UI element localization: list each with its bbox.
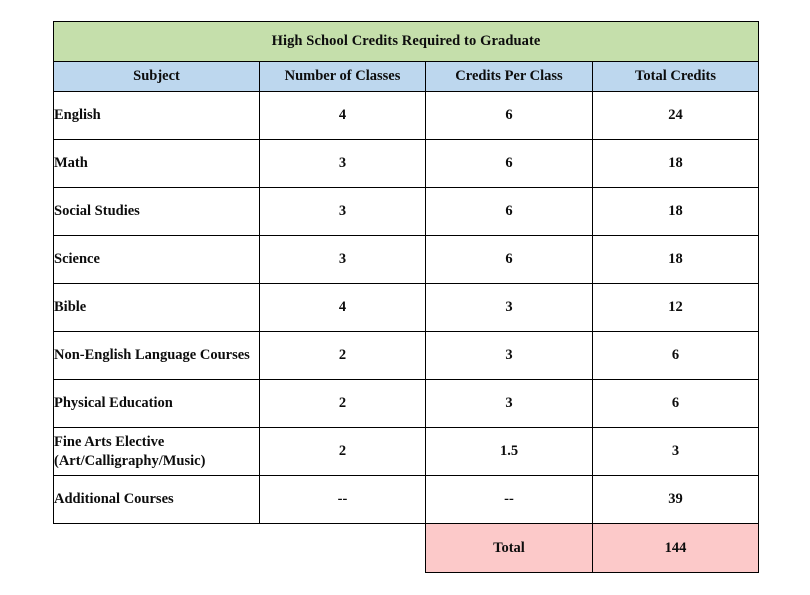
cell-total-credits: 6 (591, 379, 760, 428)
table-total-row: Total 144 (53, 523, 760, 573)
cell-number-of-classes: 4 (259, 91, 426, 140)
cell-total-credits: 18 (591, 139, 760, 188)
cell-number-of-classes: 3 (259, 235, 426, 284)
table-row: Bible 4 3 12 (53, 283, 760, 332)
cell-number-of-classes: 3 (259, 187, 426, 236)
cell-credits-per-class: -- (425, 475, 593, 524)
table-row: Non-English Language Courses 2 3 6 (53, 331, 760, 380)
column-header-subject: Subject (53, 61, 260, 92)
cell-credits-per-class: 6 (425, 91, 593, 140)
table-row: Social Studies 3 6 18 (53, 187, 760, 236)
cell-number-of-classes: 3 (259, 139, 426, 188)
cell-subject: Fine Arts Elective (Art/Calligraphy/Musi… (53, 427, 260, 476)
cell-subject: Non-English Language Courses (53, 331, 260, 380)
column-header-total-credits: Total Credits (591, 61, 760, 92)
cell-total-credits: 39 (591, 475, 760, 524)
cell-subject: English (53, 91, 260, 140)
cell-total-credits: 18 (591, 187, 760, 236)
cell-credits-per-class: 6 (425, 235, 593, 284)
table-row: Science 3 6 18 (53, 235, 760, 284)
spacer-cell-subject (53, 523, 260, 573)
table-row: Fine Arts Elective (Art/Calligraphy/Musi… (53, 427, 760, 476)
cell-subject: Math (53, 139, 260, 188)
column-header-credits-per-class: Credits Per Class (425, 61, 593, 92)
cell-total-credits: 24 (591, 91, 760, 140)
cell-credits-per-class: 3 (425, 331, 593, 380)
high-school-credits-table: High School Credits Required to Graduate… (52, 21, 760, 573)
cell-number-of-classes: 4 (259, 283, 426, 332)
cell-credits-per-class: 3 (425, 283, 593, 332)
table-title: High School Credits Required to Graduate (52, 21, 760, 62)
column-header-number-of-classes: Number of Classes (259, 61, 426, 92)
table-row: Additional Courses -- -- 39 (53, 475, 760, 524)
table-row: Math 3 6 18 (53, 139, 760, 188)
total-label: Total (425, 523, 593, 573)
cell-total-credits: 3 (591, 427, 760, 476)
cell-number-of-classes: 2 (259, 427, 426, 476)
cell-subject: Science (53, 235, 260, 284)
cell-subject: Physical Education (53, 379, 260, 428)
spacer-cell-classes (259, 523, 426, 573)
cell-number-of-classes: 2 (259, 331, 426, 380)
cell-total-credits: 12 (591, 283, 760, 332)
cell-number-of-classes: -- (259, 475, 426, 524)
table-row: Physical Education 2 3 6 (53, 379, 760, 428)
cell-credits-per-class: 6 (425, 187, 593, 236)
cell-total-credits: 6 (591, 331, 760, 380)
cell-credits-per-class: 1.5 (425, 427, 593, 476)
cell-subject: Bible (53, 283, 260, 332)
table-title-row: High School Credits Required to Graduate (52, 21, 760, 62)
cell-number-of-classes: 2 (259, 379, 426, 428)
cell-subject: Additional Courses (53, 475, 260, 524)
total-value: 144 (591, 523, 760, 573)
cell-total-credits: 18 (591, 235, 760, 284)
table-header-row: Subject Number of Classes Credits Per Cl… (53, 61, 760, 92)
cell-credits-per-class: 6 (425, 139, 593, 188)
cell-credits-per-class: 3 (425, 379, 593, 428)
table-row: English 4 6 24 (53, 91, 760, 140)
cell-subject: Social Studies (53, 187, 260, 236)
credits-table-container: High School Credits Required to Graduate… (52, 21, 760, 573)
